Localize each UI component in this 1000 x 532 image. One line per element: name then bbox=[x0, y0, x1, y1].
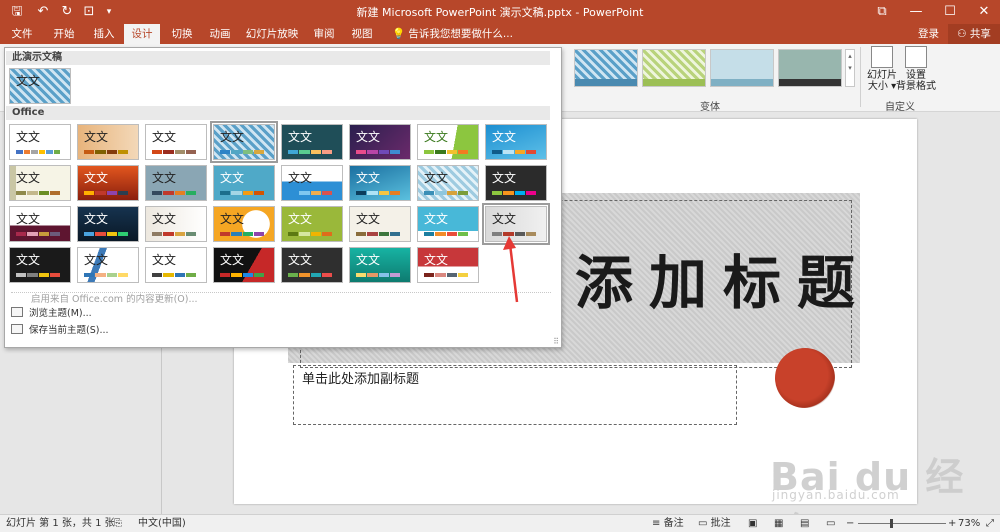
office-header: Office bbox=[6, 106, 550, 120]
language-indicator[interactable]: 中文(中国) bbox=[138, 517, 186, 531]
sign-in-link[interactable]: 登录 bbox=[918, 24, 939, 44]
comment-icon: ▭ bbox=[698, 518, 708, 529]
zoom-slider[interactable] bbox=[858, 523, 946, 524]
this-presentation-header: 此演示文稿 bbox=[6, 51, 550, 65]
tell-me-search[interactable]: 💡 告诉我您想要做什么... bbox=[392, 24, 513, 44]
person-icon: ⚇ bbox=[957, 28, 967, 40]
variant-thumb-2[interactable] bbox=[642, 49, 706, 87]
status-bar: 幻灯片 第 1 张，共 1 张 ⎘ 中文(中国) ≡ 备注 ▭ 批注 ▣ ▦ ▤… bbox=[0, 514, 1000, 532]
reading-view-icon[interactable]: ▤ bbox=[800, 517, 809, 531]
resize-grip-icon[interactable]: ⠿ bbox=[553, 337, 559, 346]
theme-17[interactable]: 文文 bbox=[9, 206, 71, 242]
slide-counter: 幻灯片 第 1 张，共 1 张 bbox=[6, 518, 115, 529]
theme-6[interactable]: 文文 bbox=[349, 124, 411, 160]
variants-scroll[interactable]: ▴ ▾ bbox=[845, 49, 855, 87]
theme-20[interactable]: 文文 bbox=[213, 206, 275, 242]
window-title: 新建 Microsoft PowerPoint 演示文稿.pptx - Powe… bbox=[356, 6, 644, 19]
save-theme-icon bbox=[11, 324, 23, 334]
theme-25[interactable]: 文文 bbox=[9, 247, 71, 283]
theme-28[interactable]: 文文 bbox=[213, 247, 275, 283]
slide-title-text: 添加标题 bbox=[575, 249, 872, 317]
theme-11[interactable]: 文文 bbox=[145, 165, 207, 201]
arrow-head bbox=[503, 236, 516, 250]
fit-to-window-icon[interactable]: ⤢ bbox=[986, 517, 994, 531]
theme-15[interactable]: 文文 bbox=[417, 165, 479, 201]
zoom-level[interactable]: 73% bbox=[958, 517, 980, 531]
arrow-shaft bbox=[508, 243, 519, 303]
theme-9[interactable]: 文文 bbox=[9, 165, 71, 201]
tab-review[interactable]: 审阅 bbox=[308, 24, 340, 44]
notes-button[interactable]: ≡ 备注 bbox=[652, 517, 684, 531]
format-background-icon bbox=[905, 46, 927, 68]
theme-2[interactable]: 文文 bbox=[77, 124, 139, 160]
theme-22[interactable]: 文文 bbox=[349, 206, 411, 242]
maximize-button[interactable]: ☐ bbox=[934, 0, 966, 24]
tab-animations[interactable]: 动画 bbox=[204, 24, 236, 44]
theme-14[interactable]: 文文 bbox=[349, 165, 411, 201]
save-theme-item[interactable]: 保存当前主题(S)... bbox=[11, 323, 109, 339]
variants-group-label: 变体 bbox=[700, 102, 720, 113]
format-background-button[interactable]: 设置 背景格式 bbox=[894, 46, 938, 92]
slide-subtitle-text: 单击此处添加副标题 bbox=[302, 372, 420, 387]
theme-31[interactable]: 文文 bbox=[417, 247, 479, 283]
theme-4[interactable]: 文文 bbox=[210, 121, 278, 163]
current-theme-thumb[interactable]: 文文 bbox=[9, 68, 71, 104]
normal-view-icon[interactable]: ▣ bbox=[748, 517, 757, 531]
theme-7[interactable]: 文文 bbox=[417, 124, 479, 160]
variant-thumb-1[interactable] bbox=[574, 49, 638, 87]
variant-thumb-3[interactable] bbox=[710, 49, 774, 87]
theme-office[interactable]: 文文 bbox=[9, 124, 71, 160]
theme-27[interactable]: 文文 bbox=[145, 247, 207, 283]
tab-insert[interactable]: 插入 bbox=[88, 24, 120, 44]
theme-gallery-dropdown: 此演示文稿 文文 Office 文文 文文 文文 文文 文文 文文 文文 文文 … bbox=[4, 47, 562, 348]
theme-8[interactable]: 文文 bbox=[485, 124, 547, 160]
theme-21[interactable]: 文文 bbox=[281, 206, 343, 242]
tab-design[interactable]: 设计 bbox=[124, 24, 160, 44]
slideshow-view-icon[interactable]: ▭ bbox=[826, 517, 835, 531]
notes-icon: ≡ bbox=[652, 518, 661, 529]
ribbon-display-button[interactable]: ⧉ bbox=[866, 0, 898, 24]
theme-10[interactable]: 文文 bbox=[77, 165, 139, 201]
group-separator bbox=[860, 47, 861, 107]
theme-29[interactable]: 文文 bbox=[281, 247, 343, 283]
red-seal-image bbox=[775, 348, 835, 408]
theme-5[interactable]: 文文 bbox=[281, 124, 343, 160]
browse-themes-item[interactable]: 浏览主题(M)... bbox=[11, 306, 92, 322]
lightbulb-icon: 💡 bbox=[392, 28, 406, 40]
theme-23[interactable]: 文文 bbox=[417, 206, 479, 242]
comments-button[interactable]: ▭ 批注 bbox=[698, 517, 731, 531]
enable-updates-link: 启用来自 Office.com 的内容更新(O)... bbox=[31, 294, 198, 305]
theme-12[interactable]: 文文 bbox=[213, 165, 275, 201]
close-button[interactable]: ✕ bbox=[968, 0, 1000, 24]
zoom-out-button[interactable]: − bbox=[846, 517, 854, 531]
slide-size-icon bbox=[871, 46, 893, 68]
share-button[interactable]: ⚇ 共享 bbox=[948, 24, 1000, 44]
theme-19[interactable]: 文文 bbox=[145, 206, 207, 242]
tab-view[interactable]: 视图 bbox=[346, 24, 378, 44]
theme-16[interactable]: 文文 bbox=[485, 165, 547, 201]
theme-18[interactable]: 文文 bbox=[77, 206, 139, 242]
slide-sorter-icon[interactable]: ▦ bbox=[774, 517, 783, 531]
tab-file[interactable]: 文件 bbox=[6, 24, 38, 44]
theme-30[interactable]: 文文 bbox=[349, 247, 411, 283]
tab-transitions[interactable]: 切换 bbox=[166, 24, 198, 44]
title-bar: 🖫 ↶ ↻ ⊡ ▾ 新建 Microsoft PowerPoint 演示文稿.p… bbox=[0, 0, 1000, 24]
variant-thumb-4[interactable] bbox=[778, 49, 842, 87]
theme-13[interactable]: 文文 bbox=[281, 165, 343, 201]
watermark-url: jingyan.baidu.com bbox=[772, 488, 900, 502]
red-arrow-annotation bbox=[503, 236, 519, 303]
theme-3[interactable]: 文文 bbox=[145, 124, 207, 160]
zoom-slider-thumb[interactable] bbox=[890, 519, 894, 528]
ribbon-tabs: 文件 开始 插入 设计 切换 动画 幻灯片放映 审阅 视图 💡 告诉我您想要做什… bbox=[0, 24, 1000, 44]
customize-group-label: 自定义 bbox=[885, 102, 915, 113]
zoom-in-button[interactable]: + bbox=[948, 517, 956, 531]
baidu-watermark: Bai du 经验 jingyan.baidu.com bbox=[760, 446, 990, 532]
tab-home[interactable]: 开始 bbox=[48, 24, 80, 44]
tab-slideshow[interactable]: 幻灯片放映 bbox=[242, 24, 302, 44]
browse-folder-icon bbox=[11, 307, 23, 317]
theme-26[interactable]: 文文 bbox=[77, 247, 139, 283]
minimize-button[interactable]: — bbox=[900, 0, 932, 24]
spellcheck-icon[interactable]: ⎘ bbox=[114, 517, 122, 531]
